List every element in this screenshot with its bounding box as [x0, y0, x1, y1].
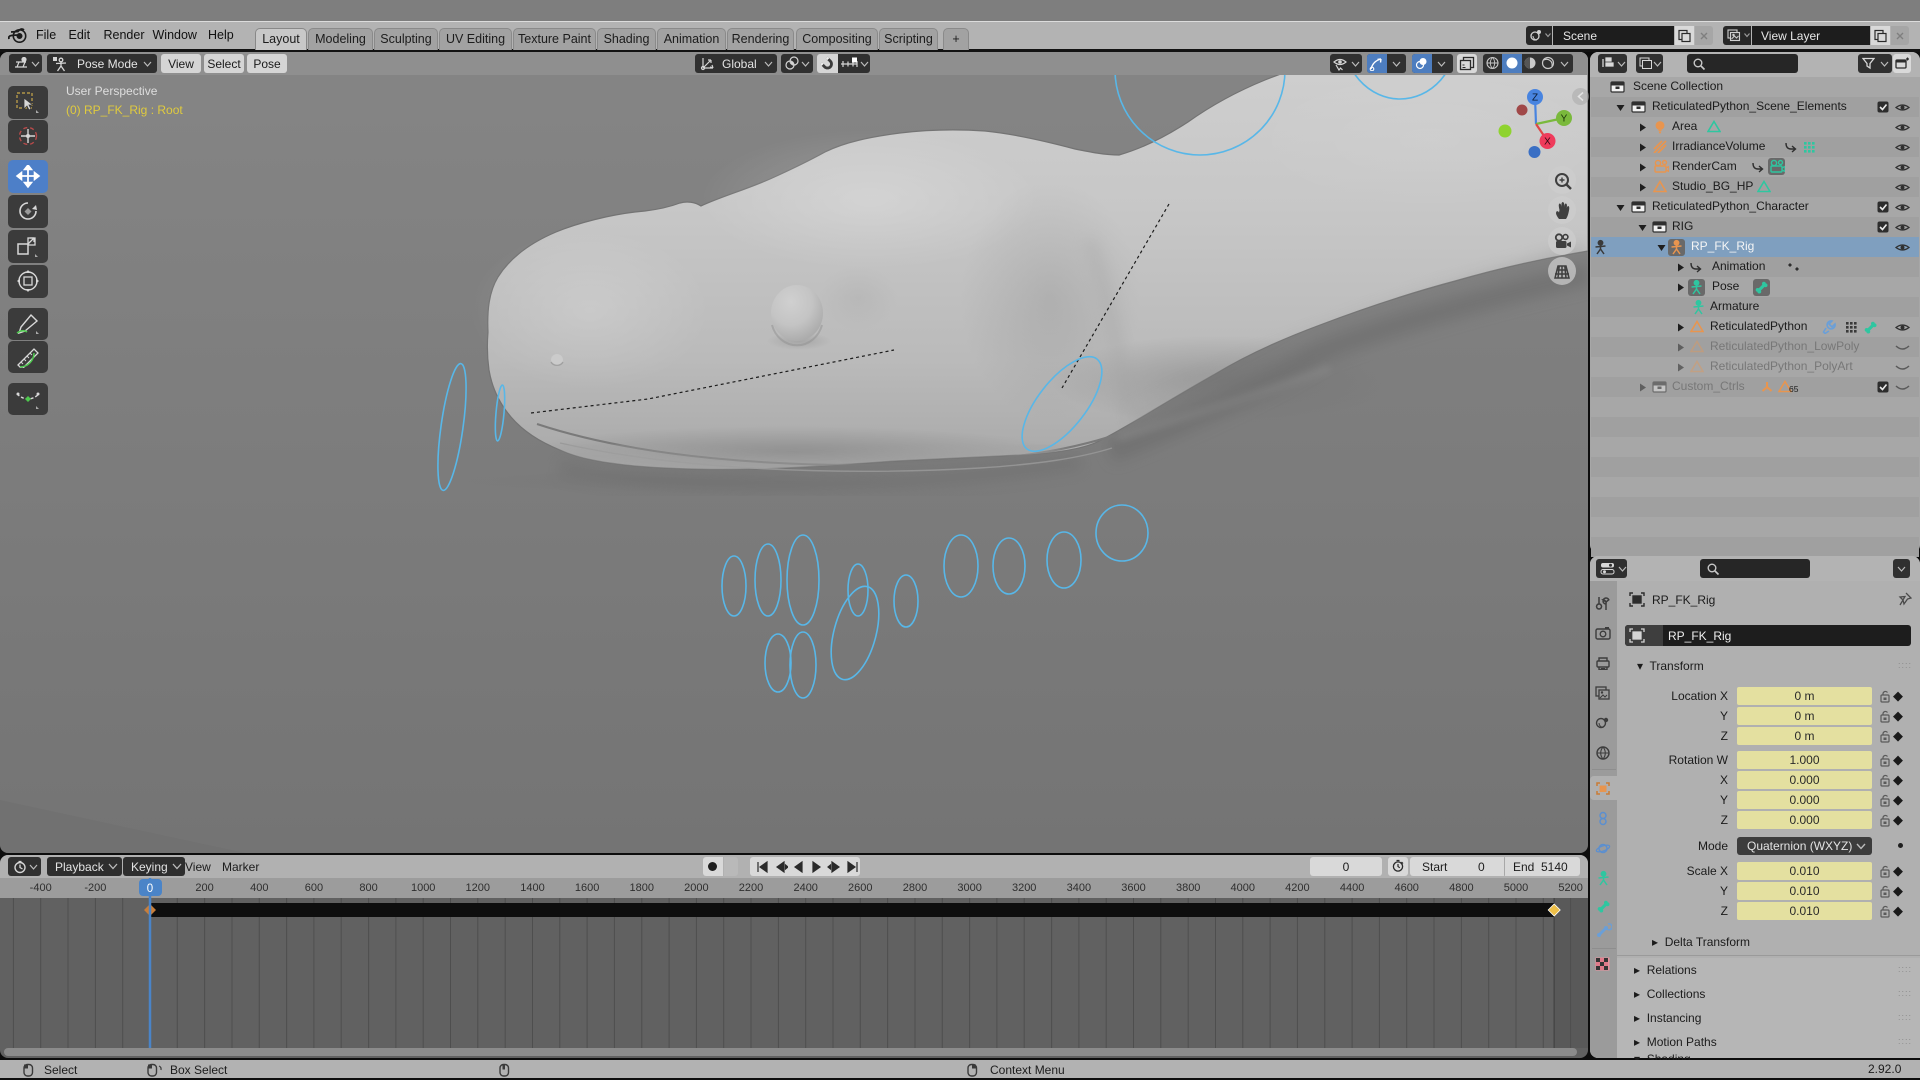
svg-text:1200: 1200 [466, 882, 490, 894]
svg-text:Z: Z [1532, 93, 1538, 104]
svg-text:4200: 4200 [1285, 882, 1309, 894]
svg-text:400: 400 [250, 882, 268, 894]
svg-text:3200: 3200 [1012, 882, 1036, 894]
svg-text:800: 800 [359, 882, 377, 894]
svg-text:4000: 4000 [1231, 882, 1255, 894]
svg-text:2200: 2200 [739, 882, 763, 894]
svg-text:2000: 2000 [684, 882, 708, 894]
svg-text:-400: -400 [30, 882, 52, 894]
svg-text:3000: 3000 [957, 882, 981, 894]
svg-text:2400: 2400 [793, 882, 817, 894]
svg-text:5000: 5000 [1504, 882, 1528, 894]
svg-text:4600: 4600 [1394, 882, 1418, 894]
svg-text:1600: 1600 [575, 882, 599, 894]
svg-text:Y: Y [1561, 114, 1568, 125]
svg-text:200: 200 [195, 882, 213, 894]
svg-text:2600: 2600 [848, 882, 872, 894]
svg-text:3600: 3600 [1121, 882, 1145, 894]
svg-text:X: X [1544, 137, 1551, 148]
svg-text:2800: 2800 [903, 882, 927, 894]
svg-text:-200: -200 [84, 882, 106, 894]
svg-text:0: 0 [147, 883, 153, 895]
svg-text:4800: 4800 [1449, 882, 1473, 894]
svg-text:4400: 4400 [1340, 882, 1364, 894]
svg-text:5200: 5200 [1558, 882, 1582, 894]
svg-text:3800: 3800 [1176, 882, 1200, 894]
svg-text:1000: 1000 [411, 882, 435, 894]
svg-text:1400: 1400 [520, 882, 544, 894]
svg-text:1800: 1800 [630, 882, 654, 894]
svg-text:3400: 3400 [1067, 882, 1091, 894]
svg-text:600: 600 [305, 882, 323, 894]
